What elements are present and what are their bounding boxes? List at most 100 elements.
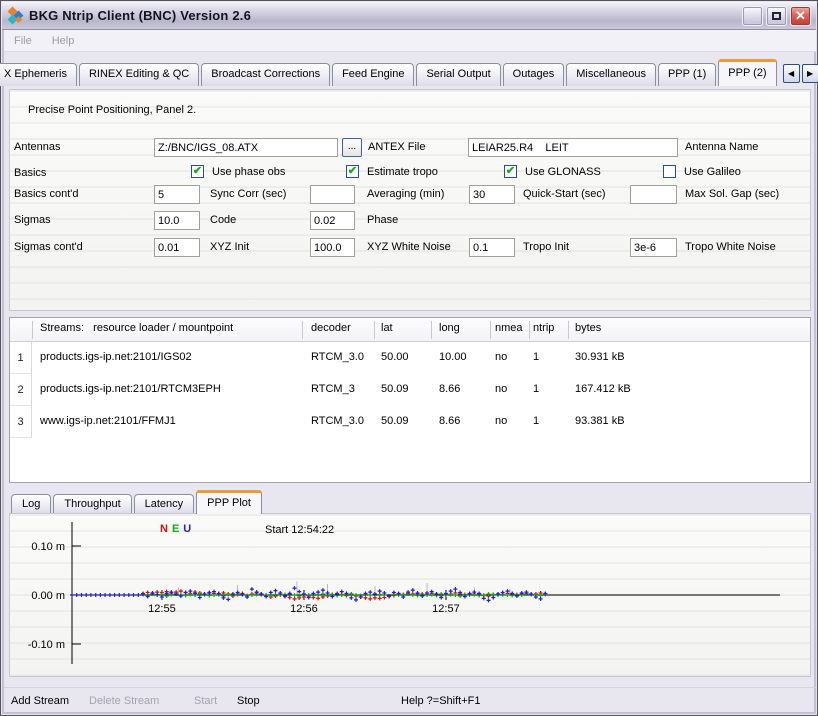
- app-window: BKG Ntrip Client (BNC) Version 2.6 ✕ Fil…: [0, 0, 818, 716]
- tab-latency[interactable]: Latency: [134, 494, 195, 514]
- xyz-white-noise-label: XYZ White Noise: [367, 241, 451, 253]
- cell-bytes: 93.381 kB: [575, 415, 625, 427]
- header-bytes: bytes: [575, 322, 601, 334]
- cell-ntrip: 1: [533, 351, 539, 363]
- sigma-code-label: Code: [210, 214, 236, 226]
- tab-miscellaneous[interactable]: Miscellaneous: [566, 63, 656, 86]
- use-glonass-label: Use GLONASS: [525, 166, 601, 178]
- cell-nmea: no: [495, 383, 507, 395]
- sync-corr-input[interactable]: [154, 185, 200, 204]
- max-sol-gap-input[interactable]: [630, 185, 677, 204]
- cell-decoder: RTCM_3.0: [311, 415, 364, 427]
- header-decoder: decoder: [311, 322, 351, 334]
- basics-contd-label: Basics cont'd: [14, 188, 78, 200]
- xyz-init-label: XYZ Init: [210, 241, 249, 253]
- stop-button[interactable]: Stop: [237, 695, 260, 707]
- cell-decoder: RTCM_3.0: [311, 351, 364, 363]
- ppp-plot-panel: 0.10 m0.00 m-0.10 m12:5512:5612:57 NEU S…: [9, 513, 811, 677]
- sigma-phase-input[interactable]: [310, 211, 355, 230]
- table-row[interactable]: 3 www.igs-ip.net:2101/FFMJ1 RTCM_3.0 50.…: [10, 406, 810, 438]
- averaging-label: Averaging (min): [367, 188, 444, 200]
- antenna-name-input[interactable]: [468, 138, 678, 157]
- header-long: long: [439, 322, 460, 334]
- start-button[interactable]: Start: [194, 695, 217, 707]
- svg-text:0.10 m: 0.10 m: [31, 541, 65, 553]
- estimate-tropo-checkbox[interactable]: ✔ Estimate tropo: [346, 165, 438, 178]
- cell-bytes: 167.412 kB: [575, 383, 631, 395]
- header-mountpoint: Streams: resource loader / mountpoint: [40, 322, 233, 334]
- cell-mountpoint: products.igs-ip.net:2101/IGS02: [40, 351, 192, 363]
- tab-ephemeris[interactable]: X Ephemeris: [0, 63, 77, 86]
- tab-ppp-2[interactable]: PPP (2): [718, 59, 776, 86]
- cell-long: 8.66: [439, 383, 460, 395]
- tab-ppp-1[interactable]: PPP (1): [658, 63, 716, 86]
- bottom-tab-bar: Log Throughput Latency PPP Plot: [11, 490, 264, 514]
- svg-text:12:57: 12:57: [432, 603, 460, 615]
- estimate-tropo-label: Estimate tropo: [367, 166, 438, 178]
- browse-button[interactable]: ...: [342, 138, 362, 157]
- table-row[interactable]: 1 products.igs-ip.net:2101/IGS02 RTCM_3.…: [10, 342, 810, 374]
- antex-file-label: ANTEX File: [368, 141, 425, 153]
- tab-throughput[interactable]: Throughput: [53, 494, 131, 514]
- sigmas-contd-label: Sigmas cont'd: [14, 241, 83, 253]
- tab-broadcast-corrections[interactable]: Broadcast Corrections: [201, 63, 330, 86]
- tropo-init-label: Tropo Init: [523, 241, 569, 253]
- checkbox-icon: ✔: [191, 165, 204, 178]
- cell-long: 8.66: [439, 415, 460, 427]
- tab-outages[interactable]: Outages: [503, 63, 565, 86]
- tab-serial-output[interactable]: Serial Output: [416, 63, 500, 86]
- use-phase-obs-checkbox[interactable]: ✔ Use phase obs: [191, 165, 285, 178]
- tab-log[interactable]: Log: [11, 494, 51, 514]
- row-number: 2: [10, 374, 32, 406]
- header-nmea: nmea: [495, 322, 523, 334]
- sigma-code-input[interactable]: [154, 211, 200, 230]
- legend-E: E: [172, 523, 180, 535]
- menu-help[interactable]: Help: [42, 32, 85, 50]
- window-title: BKG Ntrip Client (BNC) Version 2.6: [29, 8, 251, 23]
- row-number: 3: [10, 406, 32, 438]
- antenna-name-label: Antenna Name: [685, 141, 758, 153]
- titlebar[interactable]: BKG Ntrip Client (BNC) Version 2.6 ✕: [2, 2, 816, 30]
- tab-rinex-editing[interactable]: RINEX Editing & QC: [79, 63, 199, 86]
- maximize-button[interactable]: [766, 6, 787, 26]
- tab-feed-engine[interactable]: Feed Engine: [332, 63, 414, 86]
- delete-stream-button[interactable]: Delete Stream: [89, 695, 159, 707]
- use-glonass-checkbox[interactable]: ✔ Use GLONASS: [504, 165, 601, 178]
- tropo-white-noise-label: Tropo White Noise: [685, 241, 776, 253]
- svg-text:0.00 m: 0.00 m: [31, 590, 65, 602]
- use-galileo-checkbox[interactable]: Use Galileo: [663, 165, 741, 178]
- tab-scroll-right-icon[interactable]: ▶: [802, 64, 818, 83]
- sync-corr-label: Sync Corr (sec): [210, 188, 286, 200]
- xyz-init-input[interactable]: [154, 238, 200, 257]
- cell-mountpoint: products.igs-ip.net:2101/RTCM3EPH: [40, 383, 221, 395]
- legend-U: U: [183, 523, 192, 535]
- tab-ppp-plot[interactable]: PPP Plot: [196, 490, 262, 514]
- cell-mountpoint: www.igs-ip.net:2101/FFMJ1: [40, 415, 176, 427]
- check-icon: ✔: [348, 166, 357, 177]
- averaging-input[interactable]: [310, 185, 355, 204]
- tab-scroll-left-icon[interactable]: ◀: [783, 64, 800, 83]
- plot-start-time: Start 12:54:22: [265, 524, 334, 536]
- close-button[interactable]: ✕: [790, 6, 811, 26]
- xyz-white-noise-input[interactable]: [310, 238, 355, 257]
- header-ntrip: ntrip: [533, 322, 554, 334]
- cell-ntrip: 1: [533, 383, 539, 395]
- plot-legend-letters: NEU: [160, 523, 192, 535]
- add-stream-button[interactable]: Add Stream: [11, 695, 69, 707]
- cell-ntrip: 1: [533, 415, 539, 427]
- menu-file[interactable]: File: [4, 32, 42, 50]
- menubar: File Help: [4, 30, 816, 52]
- cell-nmea: no: [495, 351, 507, 363]
- cell-nmea: no: [495, 415, 507, 427]
- minimize-button[interactable]: [742, 6, 763, 26]
- tab-bar: X Ephemeris RINEX Editing & QC Broadcast…: [4, 58, 816, 86]
- tropo-init-input[interactable]: [469, 238, 515, 257]
- tropo-white-noise-input[interactable]: [630, 238, 677, 257]
- quick-start-input[interactable]: [469, 185, 515, 204]
- cell-lat: 50.00: [381, 351, 409, 363]
- app-icon: [8, 8, 24, 24]
- table-row[interactable]: 2 products.igs-ip.net:2101/RTCM3EPH RTCM…: [10, 374, 810, 406]
- antex-file-input[interactable]: [154, 138, 338, 157]
- header-lat: lat: [381, 322, 393, 334]
- basics-label: Basics: [14, 167, 46, 179]
